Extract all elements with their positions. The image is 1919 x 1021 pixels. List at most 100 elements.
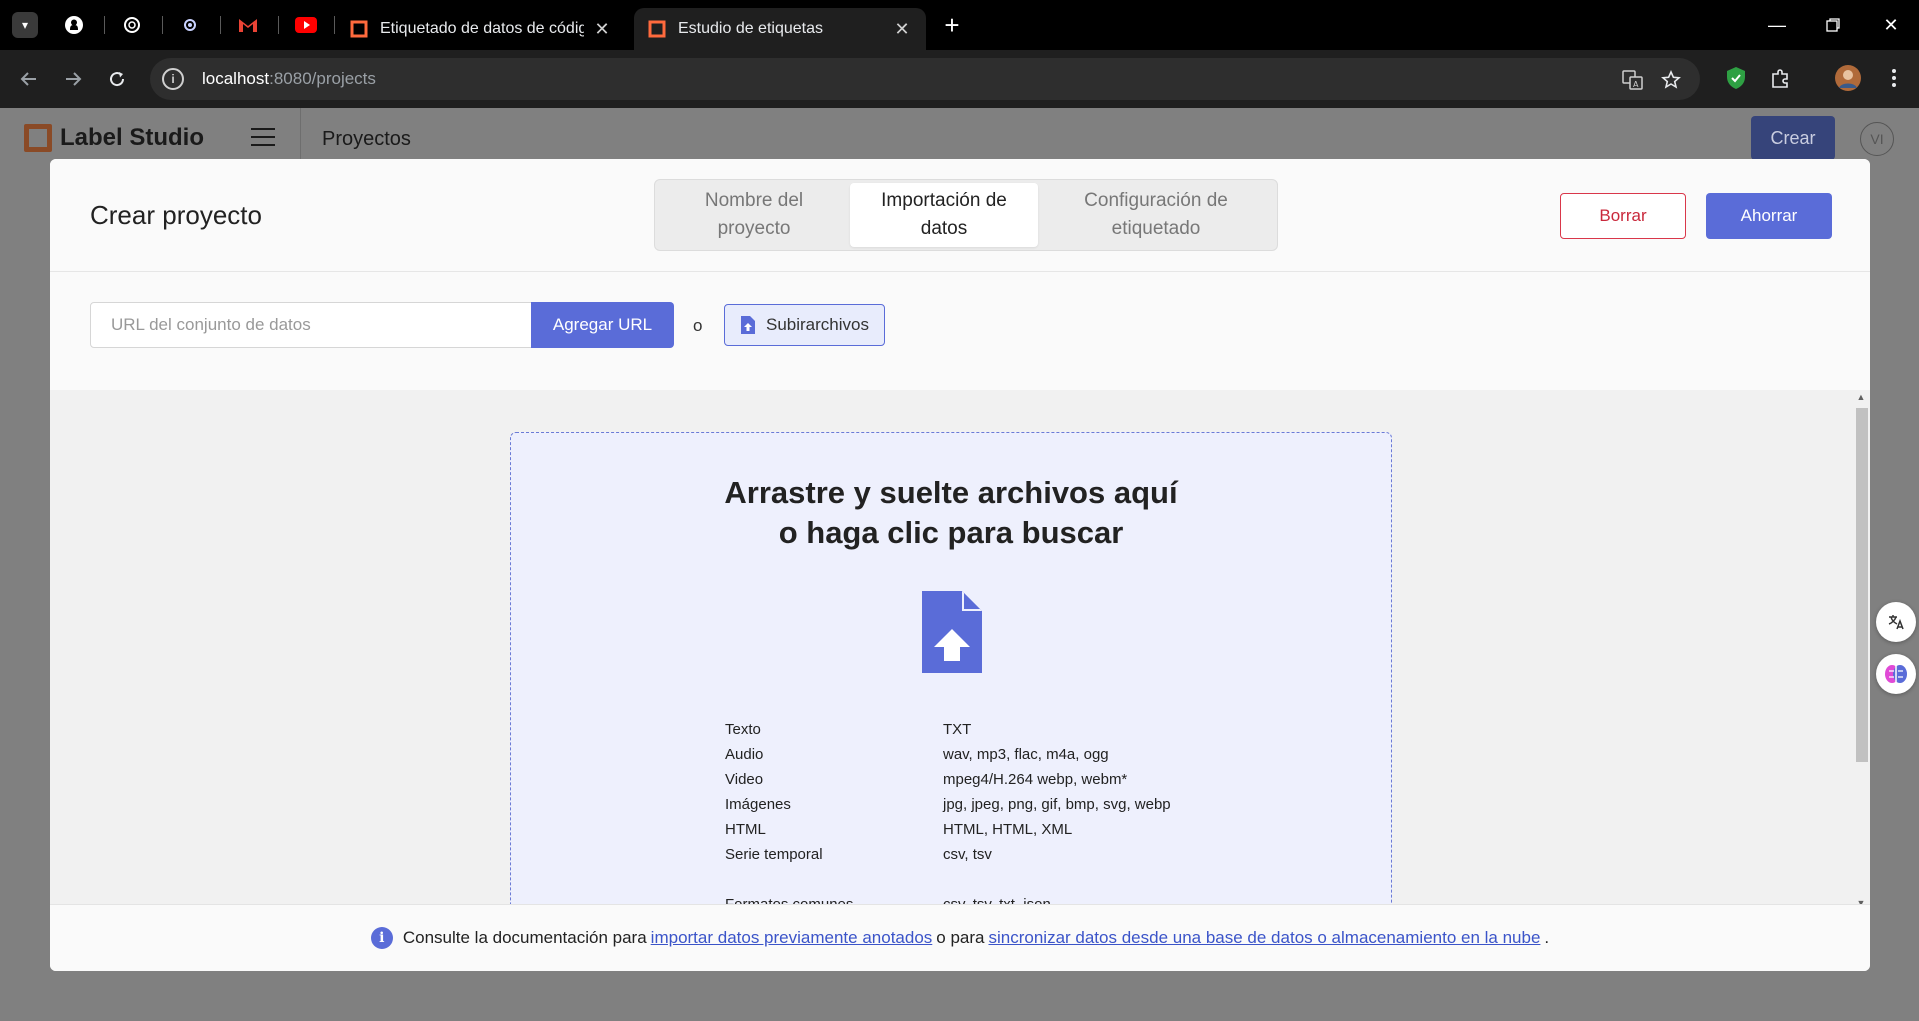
supported-formats-table: Texto TXT Audio wav, mp3, flac, m4a, ogg V… <box>725 717 1171 917</box>
format-extensions: csv, tsv <box>943 846 992 863</box>
new-tab-button[interactable]: + <box>937 10 967 40</box>
browser-menu-icon[interactable] <box>1880 64 1908 92</box>
scroll-up-arrow-icon[interactable]: ▲ <box>1856 392 1866 402</box>
tab-title: Etiquetado de datos de código <box>380 20 584 37</box>
upload-files-label: Subirarchivos <box>766 315 869 334</box>
tab-separator <box>220 16 221 34</box>
translate-side-icon[interactable] <box>1876 602 1916 642</box>
upload-files-button[interactable]: Subirarchivos <box>724 304 885 346</box>
format-extensions: mpeg4/H.264 webp, webm* <box>943 771 1128 788</box>
footer-text: o para <box>936 928 985 947</box>
modal-title: Crear proyecto <box>90 200 262 230</box>
format-row: HTML HTML, HTML, XML <box>725 817 1171 842</box>
footer-text: . <box>1544 928 1550 947</box>
url-text: localhost:8080/projects <box>202 69 376 89</box>
logo-mark-icon <box>24 124 52 152</box>
tab-search-dropdown-icon[interactable]: ▾ <box>12 12 38 38</box>
hamburger-menu-icon[interactable] <box>251 128 275 146</box>
browser-toolbar: i localhost:8080/projects A <box>0 50 1919 108</box>
close-tab-icon[interactable]: ✕ <box>892 19 912 40</box>
back-icon[interactable] <box>14 64 44 94</box>
dropzone-title: Arrastre y suelte archivos aquí o haga c… <box>511 473 1391 553</box>
tab-separator <box>278 16 279 34</box>
content-scrollbar[interactable]: ▲ ▼ <box>1852 390 1870 912</box>
close-tab-icon[interactable]: ✕ <box>592 19 612 40</box>
tab-separator <box>334 16 335 34</box>
step-project-name[interactable]: Nombre del proyecto <box>658 183 850 247</box>
format-type: Video <box>725 771 764 788</box>
extensions-puzzle-icon[interactable] <box>1767 64 1795 92</box>
reload-icon[interactable] <box>102 64 132 94</box>
modal-header: Crear proyecto Nombre del proyecto Impor… <box>50 159 1870 272</box>
sync-storage-link[interactable]: sincronizar datos desde una base de dato… <box>988 928 1540 948</box>
step-labeling-setup[interactable]: Configuración de etiquetado <box>1038 183 1274 247</box>
footer-text: Consulte la documentación para <box>402 928 647 947</box>
url-host: localhost <box>202 69 270 88</box>
import-url-bar: Agregar URL o Subirarchivos <box>50 272 1870 390</box>
page-title: Proyectos <box>322 128 411 150</box>
modal-footer: i Consulte la documentación para importa… <box>50 904 1870 971</box>
browser-tab-bar: ▾ Etiquetado de datos de código ✕ Estudi… <box>0 0 1919 50</box>
format-row: Video mpeg4/H.264 webp, webm* <box>725 767 1171 792</box>
add-url-button[interactable]: Agregar URL <box>531 302 674 348</box>
address-bar[interactable]: i localhost:8080/projects A <box>150 58 1700 100</box>
format-type: Texto <box>725 721 761 738</box>
wizard-steps: Nombre del proyecto Importación de datos… <box>654 179 1278 251</box>
github-pinned-tab-icon[interactable] <box>60 11 88 39</box>
bookmark-star-icon[interactable] <box>1658 67 1684 93</box>
youtube-pinned-tab-icon[interactable] <box>292 11 320 39</box>
svg-text:A: A <box>1633 80 1639 89</box>
scrollbar-thumb[interactable] <box>1856 408 1868 762</box>
pinned-tab-icon[interactable] <box>176 11 204 39</box>
close-window-icon[interactable]: ✕ <box>1876 10 1906 40</box>
file-upload-icon <box>922 591 982 673</box>
format-type: HTML <box>725 821 766 838</box>
label-studio-favicon-icon <box>350 20 368 38</box>
format-row: Texto TXT <box>725 717 1171 742</box>
label-studio-favicon-icon <box>648 20 666 38</box>
import-content-area: Arrastre y suelte archivos aquí o haga c… <box>50 390 1870 932</box>
format-type: Imágenes <box>725 796 791 813</box>
format-extensions: HTML, HTML, XML <box>943 821 1073 838</box>
forward-icon[interactable] <box>58 64 88 94</box>
info-icon: i <box>370 927 393 949</box>
or-separator-text: o <box>693 316 703 335</box>
file-dropzone[interactable]: Arrastre y suelte archivos aquí o haga c… <box>510 432 1392 932</box>
gmail-pinned-tab-icon[interactable] <box>234 11 262 39</box>
format-type: Audio <box>725 746 764 763</box>
shield-extension-icon[interactable] <box>1722 64 1750 92</box>
file-upload-icon <box>741 316 755 334</box>
format-extensions: jpg, jpeg, png, gif, bmp, svg, webp <box>943 796 1171 813</box>
minimize-window-icon[interactable]: — <box>1762 10 1792 40</box>
tab-code-labeling[interactable]: Etiquetado de datos de código ✕ <box>336 8 626 50</box>
tab-label-studio[interactable]: Estudio de etiquetas ✕ <box>634 8 926 50</box>
logo-text: Label Studio <box>60 124 204 151</box>
format-extensions: TXT <box>943 721 972 738</box>
format-row: Audio wav, mp3, flac, m4a, ogg <box>725 742 1171 767</box>
user-avatar[interactable]: VI <box>1860 122 1894 156</box>
save-button[interactable]: Ahorrar <box>1706 193 1832 239</box>
format-type: Serie temporal <box>725 846 823 863</box>
create-project-button[interactable]: Crear <box>1751 116 1835 160</box>
format-extensions: wav, mp3, flac, m4a, ogg <box>943 746 1109 763</box>
dropzone-title-line1: Arrastre y suelte archivos aquí <box>724 475 1178 510</box>
translate-icon[interactable]: A <box>1620 67 1646 93</box>
format-row: Serie temporal csv, tsv <box>725 842 1171 867</box>
dataset-url-input[interactable] <box>90 302 532 348</box>
site-info-icon[interactable]: i <box>162 68 184 90</box>
ai-assistant-side-icon[interactable] <box>1876 654 1916 694</box>
label-studio-logo[interactable]: Label Studio <box>24 124 204 152</box>
profile-avatar-icon[interactable] <box>1834 64 1862 92</box>
chatgpt-pinned-tab-icon[interactable] <box>118 11 146 39</box>
step-data-import[interactable]: Importación de datos <box>850 183 1038 247</box>
dropzone-title-line2: o haga clic para buscar <box>778 515 1124 550</box>
url-path: :8080/projects <box>269 69 376 88</box>
delete-button[interactable]: Borrar <box>1560 193 1686 239</box>
tab-separator <box>104 16 105 34</box>
format-row: Imágenes jpg, jpeg, png, gif, bmp, svg, w… <box>725 792 1171 817</box>
tab-title: Estudio de etiquetas <box>678 20 823 37</box>
create-project-modal: Crear proyecto Nombre del proyecto Impor… <box>50 159 1870 971</box>
tab-separator <box>162 16 163 34</box>
import-annotated-data-link[interactable]: importar datos previamente anotados <box>651 928 933 948</box>
restore-window-icon[interactable] <box>1818 10 1848 40</box>
